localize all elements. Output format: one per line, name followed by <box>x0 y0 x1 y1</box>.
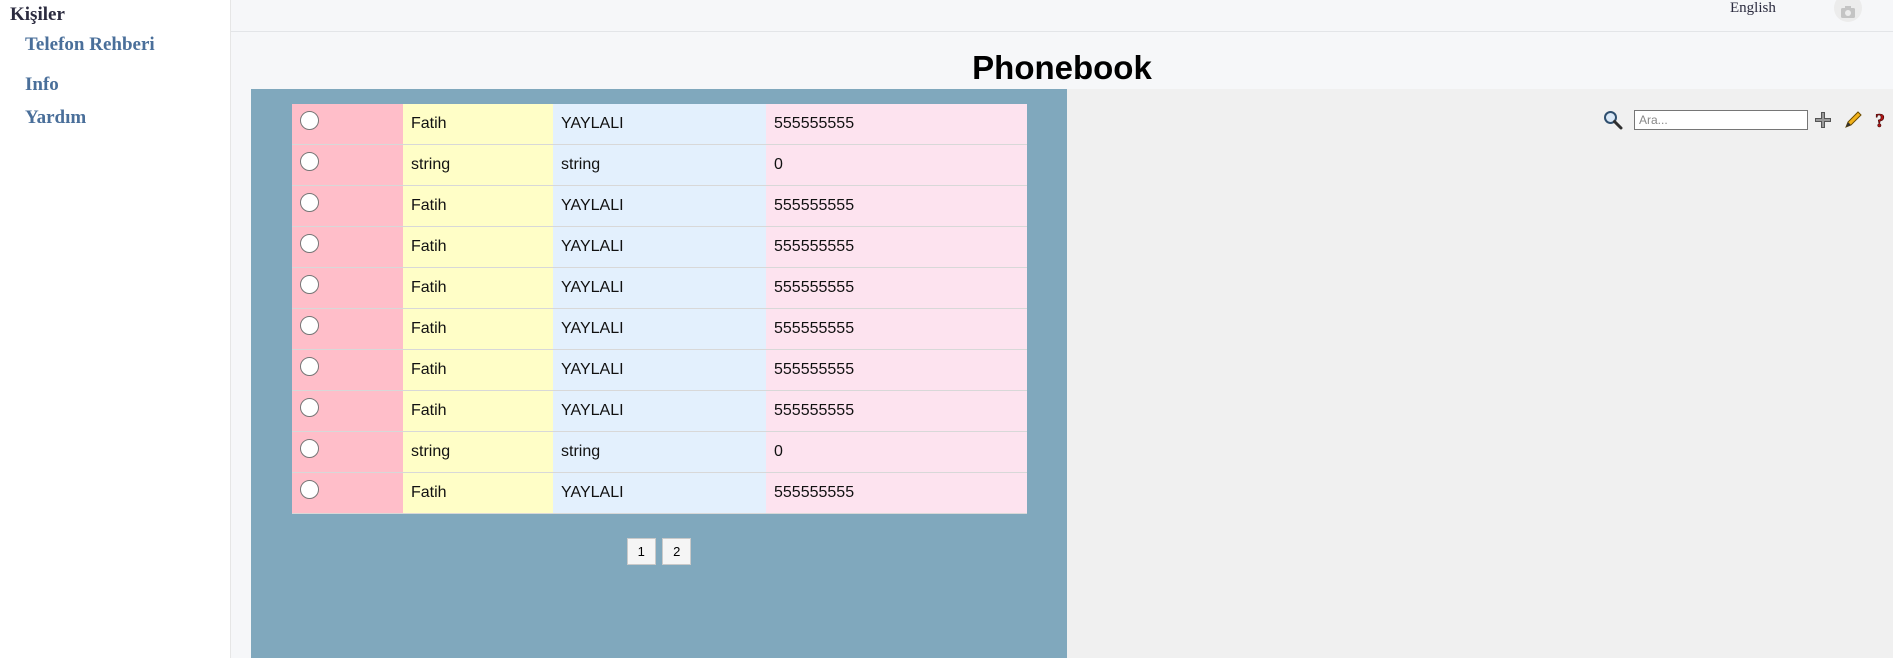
name-cell: Fatih <box>403 226 553 268</box>
page-title: Phonebook <box>972 49 1152 86</box>
row-radio[interactable] <box>300 480 319 500</box>
surname-cell: string <box>553 144 766 186</box>
row-select-cell <box>292 226 403 268</box>
surname-cell: string <box>553 431 766 473</box>
name-cell: Fatih <box>403 390 553 432</box>
sidebar-link-phonebook[interactable]: Telefon Rehberi <box>25 34 155 56</box>
sidebar-link-help[interactable]: Yardım <box>25 107 86 129</box>
table-row[interactable]: Fatih YAYLALI 555555555 <box>292 472 1027 514</box>
search-icon[interactable] <box>1602 109 1624 136</box>
name-cell: string <box>403 431 553 473</box>
surname-cell: YAYLALI <box>553 472 766 514</box>
phone-cell: 555555555 <box>766 308 1027 350</box>
row-radio[interactable] <box>300 398 319 418</box>
table-row[interactable]: Fatih YAYLALI 555555555 <box>292 185 1027 227</box>
surname-cell: YAYLALI <box>553 390 766 432</box>
add-icon[interactable] <box>1812 109 1834 136</box>
phone-cell: 555555555 <box>766 226 1027 268</box>
row-select-cell <box>292 472 403 514</box>
sidebar-title: Kişiler <box>10 4 65 25</box>
sidebar-link-info[interactable]: Info <box>25 74 59 96</box>
row-select-cell <box>292 104 403 145</box>
surname-cell: YAYLALI <box>553 308 766 350</box>
name-cell: Fatih <box>403 267 553 309</box>
language-selector[interactable]: English <box>1730 0 1776 17</box>
phone-cell: 555555555 <box>766 267 1027 309</box>
search-input[interactable] <box>1634 110 1808 130</box>
surname-cell: YAYLALI <box>553 349 766 391</box>
phone-cell: 555555555 <box>766 104 1027 145</box>
table-row[interactable]: string string 0 <box>292 431 1027 473</box>
name-cell: Fatih <box>403 308 553 350</box>
phone-cell: 555555555 <box>766 185 1027 227</box>
table-row[interactable]: Fatih YAYLALI 555555555 <box>292 390 1027 432</box>
sidebar: Kişiler Telefon Rehberi Info Yardım <box>0 0 231 658</box>
edit-icon[interactable] <box>1842 109 1864 136</box>
row-radio[interactable] <box>300 234 319 254</box>
table-row[interactable]: Fatih YAYLALI 555555555 <box>292 104 1027 145</box>
phone-cell: 0 <box>766 431 1027 473</box>
name-cell: Fatih <box>403 185 553 227</box>
name-cell: string <box>403 144 553 186</box>
phone-cell: 0 <box>766 144 1027 186</box>
table-row[interactable]: Fatih YAYLALI 555555555 <box>292 267 1027 309</box>
row-select-cell <box>292 185 403 227</box>
phone-cell: 555555555 <box>766 349 1027 391</box>
row-select-cell <box>292 267 403 309</box>
page-button-2[interactable]: 2 <box>662 538 692 565</box>
name-cell: Fatih <box>403 472 553 514</box>
svg-text:?: ? <box>1875 110 1885 131</box>
table-row[interactable]: Fatih YAYLALI 555555555 <box>292 308 1027 350</box>
surname-cell: YAYLALI <box>553 226 766 268</box>
surname-cell: YAYLALI <box>553 267 766 309</box>
name-cell: Fatih <box>403 349 553 391</box>
name-cell: Fatih <box>403 104 553 145</box>
table-row[interactable]: Fatih YAYLALI 555555555 <box>292 226 1027 268</box>
phonebook-table: Fatih YAYLALI 555555555 string string 0 Fatih Y… <box>292 104 1027 514</box>
row-select-cell <box>292 431 403 473</box>
row-radio[interactable] <box>300 439 319 459</box>
page-button-1[interactable]: 1 <box>626 538 656 565</box>
grid-panel: Fatih YAYLALI 555555555 string string 0 Fatih Y… <box>251 89 1067 658</box>
top-bar: English <box>231 0 1893 32</box>
surname-cell: YAYLALI <box>553 104 766 145</box>
table-row[interactable]: string string 0 <box>292 144 1027 186</box>
row-radio[interactable] <box>300 316 319 336</box>
row-radio[interactable] <box>300 193 319 213</box>
table-row[interactable]: Fatih YAYLALI 555555555 <box>292 349 1027 391</box>
phone-cell: 555555555 <box>766 390 1027 432</box>
row-select-cell <box>292 144 403 186</box>
camera-icon[interactable] <box>1834 0 1862 22</box>
row-radio[interactable] <box>300 111 319 131</box>
surname-cell: YAYLALI <box>553 185 766 227</box>
row-radio[interactable] <box>300 275 319 295</box>
phone-cell: 555555555 <box>766 472 1027 514</box>
row-radio[interactable] <box>300 152 319 172</box>
row-select-cell <box>292 349 403 391</box>
pagination: 1 2 <box>251 538 1067 565</box>
detail-panel: ? <box>1067 89 1893 658</box>
row-select-cell <box>292 390 403 432</box>
row-select-cell <box>292 308 403 350</box>
main-area: English Phonebook Fatih YAYLALI 555555555 s… <box>231 0 1893 658</box>
help-icon[interactable]: ? <box>1869 109 1891 136</box>
row-radio[interactable] <box>300 357 319 377</box>
